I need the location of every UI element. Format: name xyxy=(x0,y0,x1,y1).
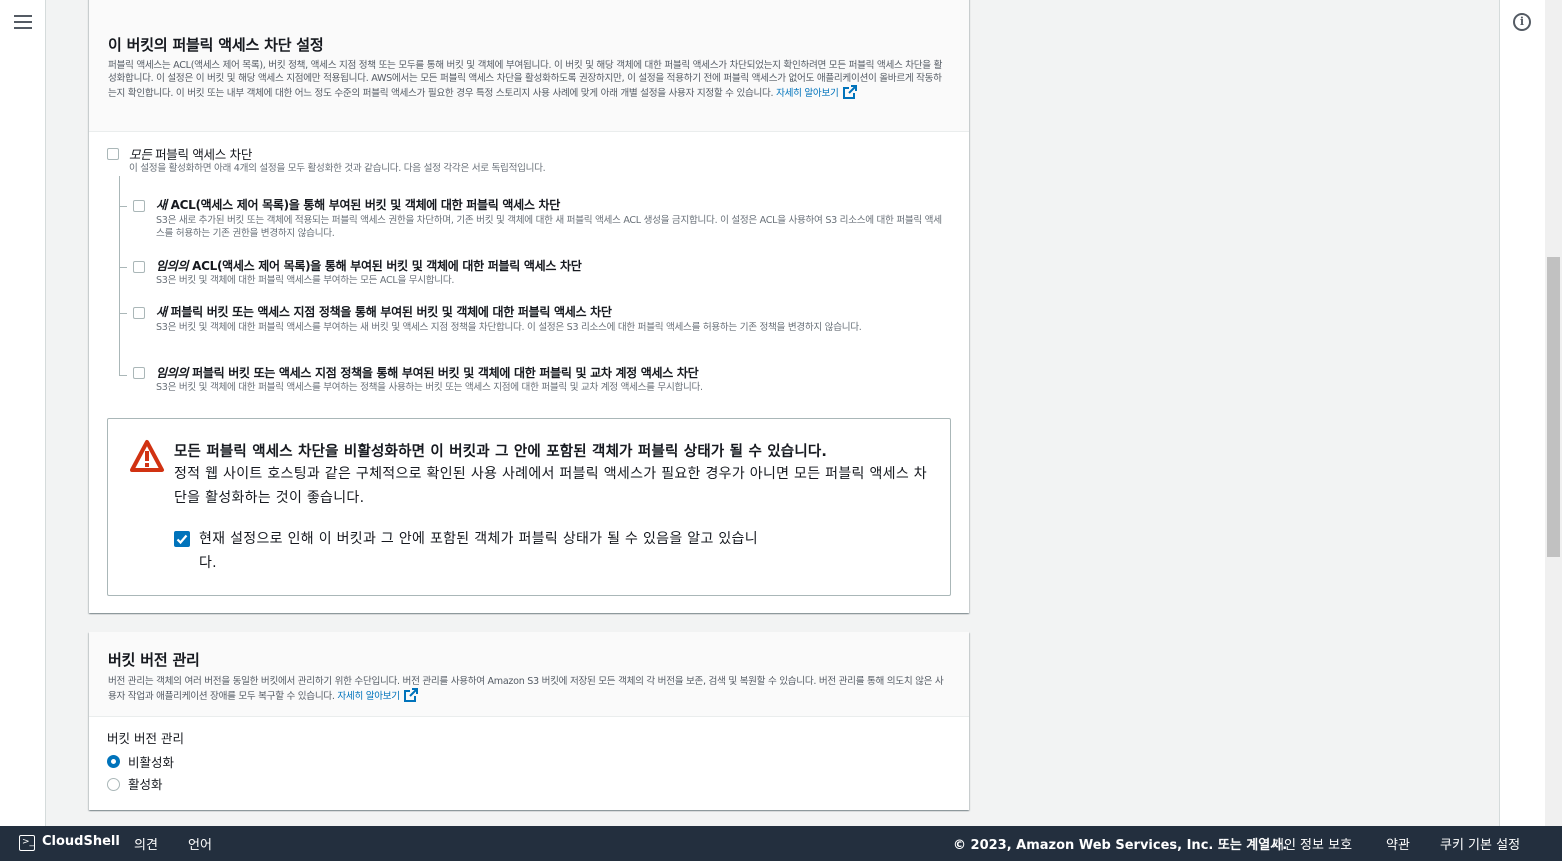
cloudshell-button[interactable]: CloudShell xyxy=(42,834,120,849)
copyright-text: © 2023, Amazon Web Services, Inc. 또는 계열사… xyxy=(953,838,1288,853)
option-title: 새 ACL(액세스 제어 목록)을 통해 부여된 버킷 및 객체에 대한 퍼블릭… xyxy=(156,196,560,213)
block-all-description: 이 설정을 활성화하면 아래 4개의 설정을 모두 활성화한 것과 같습니다. … xyxy=(129,163,546,174)
tools-panel-strip: i xyxy=(1499,0,1545,826)
warning-body: 정적 웹 사이트 호스팅과 같은 구체적으로 확인된 사용 사례에서 퍼블릭 액… xyxy=(174,466,927,506)
versioning-enable-label: 활성화 xyxy=(128,777,163,792)
option-title-em: 새 xyxy=(156,305,167,319)
language-selector[interactable]: 언어 xyxy=(188,834,212,853)
console-footer: >_ CloudShell 의견 언어 © 2023, Amazon Web S… xyxy=(0,826,1562,861)
option-description: S3은 버킷 및 객체에 대한 퍼블릭 액세스를 부여하는 모든 ACL을 무시… xyxy=(156,275,455,286)
info-icon[interactable]: i xyxy=(1513,13,1531,31)
new-acl-checkbox[interactable] xyxy=(133,200,145,212)
external-link-icon xyxy=(403,688,418,702)
public-access-warning: 모든 퍼블릭 액세스 차단을 비활성화하면 이 버킷과 그 안에 포함된 객체가… xyxy=(107,418,951,596)
block-all-title-rest: 퍼블릭 액세스 차단 xyxy=(151,147,253,162)
new-policy-checkbox[interactable] xyxy=(133,307,145,319)
checkmark-icon xyxy=(176,534,188,545)
tree-branch xyxy=(119,313,127,314)
block-public-access-description: 퍼블릭 액세스는 ACL(액세스 제어 목록), 버킷 정책, 액세스 지점 정… xyxy=(108,59,950,100)
versioning-enable-radio[interactable] xyxy=(107,778,120,791)
acknowledge-checkbox[interactable] xyxy=(174,531,190,547)
option-title: 임의의 ACL(액세스 제어 목록)을 통해 부여된 버킷 및 객체에 대한 퍼… xyxy=(156,257,582,274)
option-description: S3은 새로 추가된 버킷 또는 객체에 적용되는 퍼블릭 액세스 권한을 차단… xyxy=(156,215,942,239)
block-all-title-em: 모든 xyxy=(129,147,152,162)
external-link-icon xyxy=(842,85,857,99)
versioning-description: 버전 관리는 객체의 여러 버전을 동일한 버킷에서 관리하기 위한 수단입니다… xyxy=(108,675,950,703)
option-title-em: 임의의 xyxy=(156,259,189,273)
scrollbar-thumb[interactable] xyxy=(1547,257,1560,557)
tree-branch xyxy=(119,206,127,207)
vertical-scrollbar[interactable] xyxy=(1545,0,1562,826)
block-all-title: 모든 퍼블릭 액세스 차단 xyxy=(129,144,252,163)
block-public-access-header: 이 버킷의 퍼블릭 액세스 차단 설정 퍼블릭 액세스는 ACL(액세스 제어 … xyxy=(89,0,969,132)
option-title-em: 새 xyxy=(156,198,167,212)
learn-more-link[interactable]: 자세히 알아보기 xyxy=(776,85,857,99)
versioning-title: 버킷 버전 관리 xyxy=(108,651,200,669)
menu-icon[interactable] xyxy=(14,15,32,29)
option-description: S3은 버킷 및 객체에 대한 퍼블릭 액세스를 부여하는 정책을 사용하는 버… xyxy=(156,382,703,393)
option-title-em: 임의의 xyxy=(156,366,189,380)
option-title: 임의의 퍼블릭 버킷 또는 액세스 지점 정책을 통해 부여된 버킷 및 객체에… xyxy=(156,364,699,381)
warning-title: 모든 퍼블릭 액세스 차단을 비활성화하면 이 버킷과 그 안에 포함된 객체가… xyxy=(174,444,828,460)
acknowledge-label: 현재 설정으로 인해 이 버킷과 그 안에 포함된 객체가 퍼블릭 상태가 될 … xyxy=(199,531,758,571)
tree-branch xyxy=(119,375,127,376)
warning-icon xyxy=(130,440,164,472)
any-acl-checkbox[interactable] xyxy=(133,261,145,273)
privacy-link[interactable]: 개인 정보 보호 xyxy=(1272,834,1352,853)
versioning-learn-more-link[interactable]: 자세히 알아보기 xyxy=(337,688,418,702)
learn-more-label: 자세히 알아보기 xyxy=(337,691,400,702)
option-description: S3은 버킷 및 객체에 대한 퍼블릭 액세스를 부여하는 새 버킷 및 액세스… xyxy=(156,322,862,333)
versioning-disable-radio[interactable] xyxy=(107,755,120,768)
left-navigation-strip xyxy=(0,0,46,826)
bucket-versioning-panel: 버킷 버전 관리 버전 관리는 객체의 여러 버전을 동일한 버킷에서 관리하기… xyxy=(89,632,969,810)
tree-branch xyxy=(119,267,127,268)
versioning-description-text: 버전 관리는 객체의 여러 버전을 동일한 버킷에서 관리하기 위한 수단입니다… xyxy=(108,676,944,702)
any-policy-checkbox[interactable] xyxy=(133,367,145,379)
option-title-rest: 퍼블릭 버킷 또는 액세스 지점 정책을 통해 부여된 버킷 및 객체에 대한 … xyxy=(188,366,699,380)
option-title-rest: 퍼블릭 버킷 또는 액세스 지점 정책을 통해 부여된 버킷 및 객체에 대한 … xyxy=(166,305,612,319)
cloudshell-icon[interactable]: >_ xyxy=(19,835,35,851)
cookie-preferences-link[interactable]: 쿠키 기본 설정 xyxy=(1440,834,1520,853)
option-title: 새 퍼블릭 버킷 또는 액세스 지점 정책을 통해 부여된 버킷 및 객체에 대… xyxy=(156,303,612,320)
versioning-disable-label: 비활성화 xyxy=(128,755,175,770)
versioning-header: 버킷 버전 관리 버전 관리는 객체의 여러 버전을 동일한 버킷에서 관리하기… xyxy=(89,632,969,717)
block-all-checkbox[interactable] xyxy=(107,148,119,160)
versioning-field-label: 버킷 버전 관리 xyxy=(107,731,184,746)
terms-link[interactable]: 약관 xyxy=(1386,834,1410,853)
option-title-rest: ACL(액세스 제어 목록)을 통해 부여된 버킷 및 객체에 대한 퍼블릭 액… xyxy=(188,259,582,273)
learn-more-label: 자세히 알아보기 xyxy=(776,88,839,99)
option-title-rest: ACL(액세스 제어 목록)을 통해 부여된 버킷 및 객체에 대한 퍼블릭 액… xyxy=(166,198,561,212)
block-public-access-title: 이 버킷의 퍼블릭 액세스 차단 설정 xyxy=(108,36,324,54)
feedback-link[interactable]: 의견 xyxy=(134,834,158,853)
